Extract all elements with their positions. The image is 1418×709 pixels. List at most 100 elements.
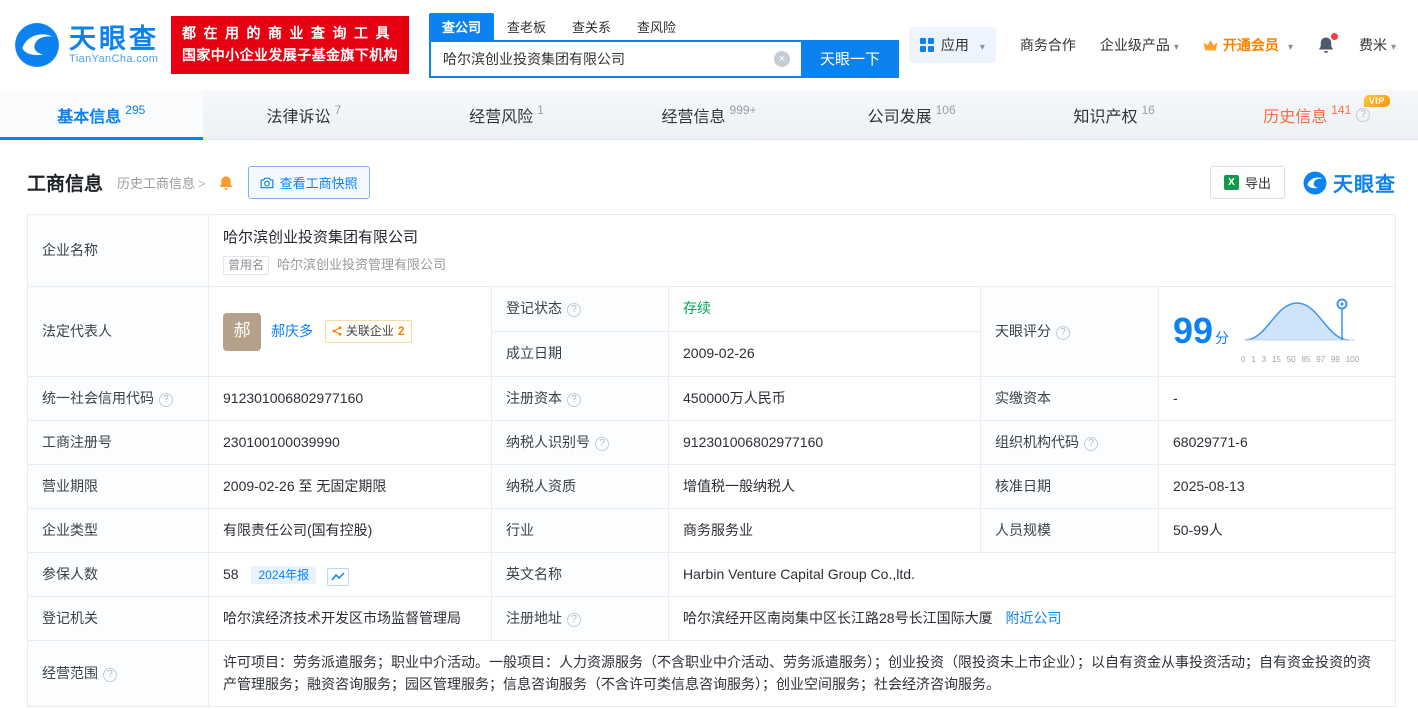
legal-rep-cell: 郝 郝庆多 关联企业 2 bbox=[208, 286, 492, 377]
tab-intellectual-property[interactable]: 知识产权 16 bbox=[1013, 90, 1216, 139]
search-tabs: 查公司 查老板 查关系 查风险 bbox=[429, 12, 899, 40]
former-name-tag: 曾用名 bbox=[223, 255, 270, 275]
reg-authority-label-cell: 登记机关 bbox=[27, 596, 209, 641]
nav-enterprise[interactable]: 企业级产品 bbox=[1100, 35, 1179, 55]
field-label: 统一社会信用代码 bbox=[42, 389, 154, 406]
english-name-label-cell: 英文名称 bbox=[491, 552, 669, 597]
help-icon[interactable] bbox=[567, 392, 581, 407]
search-tab-boss[interactable]: 查老板 bbox=[494, 13, 559, 40]
help-icon[interactable] bbox=[103, 667, 117, 682]
field-label: 组织机构代码 bbox=[995, 433, 1079, 450]
trend-chart-icon[interactable] bbox=[327, 567, 350, 586]
tab-company-development[interactable]: 公司发展 106 bbox=[810, 90, 1013, 139]
legal-rep-name[interactable]: 郝庆多 bbox=[271, 323, 313, 339]
related-companies-tag[interactable]: 关联企业 2 bbox=[324, 320, 412, 343]
nearby-companies-link[interactable]: 附近公司 bbox=[1005, 610, 1061, 626]
help-icon[interactable] bbox=[1356, 107, 1371, 122]
clear-icon[interactable]: × bbox=[774, 50, 790, 67]
nav-vip[interactable]: 开通会员 bbox=[1203, 35, 1293, 55]
table-row: 企业类型 有限责任公司(国有控股) 行业 商务服务业 人员规模 50-99人 bbox=[27, 508, 1396, 553]
field-label: 法定代表人 bbox=[42, 322, 112, 339]
nav-vip-label: 开通会员 bbox=[1222, 37, 1279, 53]
field-label: 企业类型 bbox=[42, 521, 98, 538]
table-row: 工商注册号 230100100039990 纳税人识别号 91230100680… bbox=[27, 420, 1396, 465]
search-tab-risk[interactable]: 查风险 bbox=[624, 13, 689, 40]
excel-icon: X bbox=[1223, 175, 1239, 190]
registered-address: 哈尔滨经开区南岗集中区长江路28号长江国际大厦 bbox=[683, 609, 993, 626]
tab-basic-info[interactable]: 基本信息 295 bbox=[0, 90, 203, 140]
field-label: 天眼评分 bbox=[995, 322, 1051, 339]
tab-label: 经营风险 bbox=[469, 108, 534, 126]
watermark-logo: 天眼查 bbox=[1303, 168, 1396, 197]
tab-history-info[interactable]: VIP 历史信息 141 bbox=[1215, 90, 1418, 139]
nav-enterprise-label: 企业级产品 bbox=[1099, 37, 1170, 53]
notification-bell-icon[interactable] bbox=[1317, 33, 1338, 54]
business-scope-cell: 许可项目：劳务派遣服务；职业中介活动。一般项目：人力资源服务（不含职业中介活动、… bbox=[208, 640, 1396, 707]
company-type-cell: 有限责任公司(国有控股) bbox=[208, 508, 492, 553]
subscribe-bell-icon[interactable] bbox=[218, 175, 234, 191]
help-icon[interactable] bbox=[595, 436, 609, 451]
nav-user[interactable]: 费米 bbox=[1359, 35, 1396, 55]
insured-cell: 58 2024年报 bbox=[208, 552, 492, 597]
search-tab-company[interactable]: 查公司 bbox=[429, 12, 495, 40]
score-label-cell: 天眼评分 bbox=[980, 286, 1159, 377]
field-label: 实缴资本 bbox=[995, 389, 1051, 406]
reg-capital-cell: 450000万人民币 bbox=[668, 376, 981, 421]
snapshot-button[interactable]: 查看工商快照 bbox=[247, 166, 370, 199]
field-label: 登记机关 bbox=[42, 609, 98, 626]
nav-cooperation[interactable]: 商务合作 bbox=[1020, 35, 1076, 55]
history-business-info-link[interactable]: 历史工商信息 > bbox=[117, 173, 206, 192]
search-button[interactable]: 天眼一下 bbox=[801, 39, 900, 78]
paid-capital-label-cell: 实缴资本 bbox=[980, 376, 1159, 421]
legal-rep-avatar[interactable]: 郝 bbox=[223, 312, 261, 351]
help-icon[interactable] bbox=[159, 392, 173, 407]
tab-count: 141 bbox=[1331, 102, 1352, 117]
tab-business-risk[interactable]: 经营风险 1 bbox=[405, 90, 608, 139]
help-icon[interactable] bbox=[567, 612, 581, 627]
reg-number-cell: 230100100039990 bbox=[208, 420, 492, 465]
search-input[interactable] bbox=[429, 39, 801, 78]
former-name[interactable]: 哈尔滨创业投资管理有限公司 bbox=[277, 255, 446, 275]
related-companies-icon bbox=[332, 326, 342, 336]
table-row: 登记机关 哈尔滨经济技术开发区市场监督管理局 注册地址 哈尔滨经开区南岗集中区长… bbox=[27, 596, 1396, 641]
logo-text: 天眼查 TianYanCha.com bbox=[69, 24, 159, 65]
score-chart[interactable]: 0 1 3 15 50 85 97 99 100 bbox=[1241, 296, 1359, 366]
apps-grid-icon bbox=[919, 38, 934, 52]
field-label: 企业名称 bbox=[42, 241, 98, 258]
tab-business-info[interactable]: 经营信息 999+ bbox=[608, 90, 811, 139]
former-name-row: 曾用名 哈尔滨创业投资管理有限公司 bbox=[223, 255, 1381, 275]
watermark-logo-icon bbox=[1303, 171, 1327, 194]
tab-count: 16 bbox=[1141, 102, 1155, 117]
export-button-label: 导出 bbox=[1244, 176, 1271, 191]
tianyancha-logo-icon bbox=[14, 22, 60, 68]
credit-code-label-cell: 统一社会信用代码 bbox=[27, 376, 209, 421]
address-cell: 哈尔滨经开区南岗集中区长江路28号长江国际大厦 附近公司 bbox=[668, 596, 1396, 641]
credit-code-cell: 912301006802977160 bbox=[208, 376, 492, 421]
tab-legal-proceedings[interactable]: 法律诉讼 7 bbox=[203, 90, 406, 139]
nav-apps[interactable]: 应用 bbox=[908, 27, 996, 63]
field-label: 人员规模 bbox=[995, 521, 1051, 538]
annual-report-tag[interactable]: 2024年报 bbox=[251, 565, 317, 584]
business-scope-label-cell: 经营范围 bbox=[27, 640, 209, 707]
business-info-table: 企业名称 哈尔滨创业投资集团有限公司 曾用名 哈尔滨创业投资管理有限公司 法定代… bbox=[27, 214, 1396, 707]
field-label: 核准日期 bbox=[995, 477, 1051, 494]
business-term-label-cell: 营业期限 bbox=[27, 464, 209, 509]
tianyancha-logo[interactable]: 天眼查 TianYanCha.com bbox=[14, 22, 159, 68]
chevron-down-icon bbox=[1284, 37, 1293, 53]
help-icon[interactable] bbox=[1056, 325, 1070, 340]
tab-label: 历史信息 bbox=[1263, 108, 1328, 126]
search-tab-relation[interactable]: 查关系 bbox=[559, 13, 624, 40]
notification-dot bbox=[1330, 33, 1338, 40]
field-label: 工商注册号 bbox=[42, 433, 112, 450]
industry-cell: 商务服务业 bbox=[668, 508, 981, 553]
taxpayer-quality-cell: 增值税一般纳税人 bbox=[668, 464, 981, 509]
help-icon[interactable] bbox=[567, 303, 581, 318]
org-code-label-cell: 组织机构代码 bbox=[980, 420, 1159, 465]
help-icon[interactable] bbox=[1084, 436, 1098, 451]
top-header: 天眼查 TianYanCha.com 都在用的商业查询工具 国家中小企业发展子基… bbox=[0, 0, 1418, 90]
industry-label-cell: 行业 bbox=[491, 508, 669, 553]
chevron-down-icon bbox=[976, 37, 985, 53]
export-button[interactable]: X 导出 bbox=[1209, 166, 1285, 199]
tab-count: 7 bbox=[334, 102, 342, 117]
top-nav: 应用 商务合作 企业级产品 开通会员 费米 bbox=[908, 27, 1396, 63]
